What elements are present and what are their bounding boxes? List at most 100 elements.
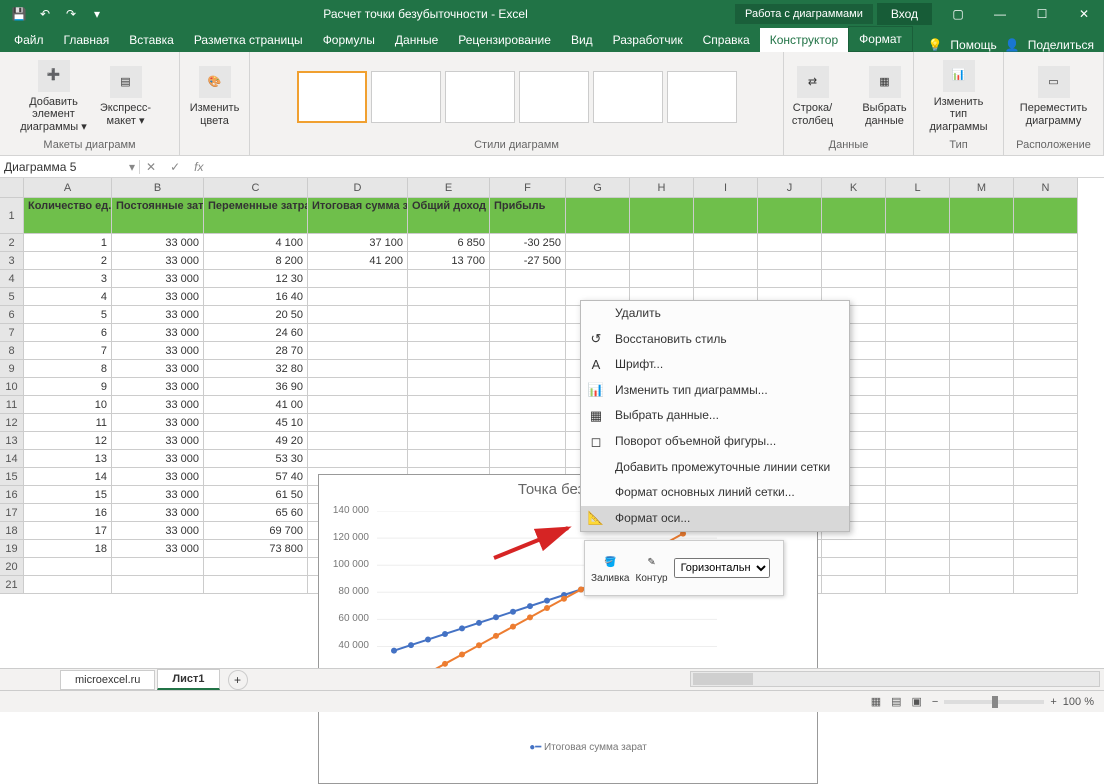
menu-item[interactable]: ↺Восстановить стиль — [581, 327, 849, 353]
row-header[interactable]: 9 — [0, 360, 24, 378]
cell[interactable]: 33 000 — [112, 504, 204, 522]
menu-item[interactable]: ▦Выбрать данные... — [581, 403, 849, 429]
cell[interactable] — [1014, 378, 1078, 396]
cell[interactable] — [490, 378, 566, 396]
tab-формулы[interactable]: Формулы — [313, 28, 385, 52]
share-icon[interactable]: 👤 — [1005, 38, 1020, 52]
cell[interactable] — [886, 468, 950, 486]
cell[interactable] — [950, 504, 1014, 522]
cell[interactable]: 36 90 — [204, 378, 308, 396]
cell[interactable] — [694, 252, 758, 270]
cell[interactable] — [630, 234, 694, 252]
cell[interactable]: 33 000 — [112, 360, 204, 378]
cell[interactable] — [822, 558, 886, 576]
chart-style-4[interactable] — [519, 71, 589, 123]
header-cell[interactable]: Постоянные затраты — [112, 198, 204, 234]
cell[interactable] — [24, 558, 112, 576]
column-header-I[interactable]: I — [694, 178, 758, 198]
cell[interactable]: 33 000 — [112, 252, 204, 270]
cell[interactable]: 45 10 — [204, 414, 308, 432]
menu-item[interactable]: Формат основных линий сетки... — [581, 480, 849, 506]
chart-style-6[interactable] — [667, 71, 737, 123]
cell[interactable] — [950, 414, 1014, 432]
cell[interactable]: 16 40 — [204, 288, 308, 306]
cell[interactable] — [694, 234, 758, 252]
horizontal-scrollbar[interactable] — [690, 671, 1100, 687]
cell[interactable]: 17 — [24, 522, 112, 540]
select-data-button[interactable]: ▦ Выбрать данные — [851, 66, 919, 127]
cell[interactable] — [886, 432, 950, 450]
cell[interactable]: 13 700 — [408, 252, 490, 270]
cell[interactable]: 57 40 — [204, 468, 308, 486]
view-normal-icon[interactable]: ▦ — [871, 695, 881, 708]
row-header[interactable]: 20 — [0, 558, 24, 576]
cell[interactable]: 13 — [24, 450, 112, 468]
cell[interactable] — [950, 450, 1014, 468]
cell[interactable] — [886, 324, 950, 342]
header-cell[interactable]: Итоговая сумма зарат — [308, 198, 408, 234]
cell[interactable]: 32 80 — [204, 360, 308, 378]
cell[interactable] — [308, 270, 408, 288]
cell[interactable] — [630, 198, 694, 234]
cell[interactable] — [886, 540, 950, 558]
cell[interactable] — [694, 270, 758, 288]
maximize-icon[interactable]: ☐ — [1022, 0, 1062, 28]
cell[interactable] — [490, 396, 566, 414]
header-cell[interactable]: Переменные затраты — [204, 198, 308, 234]
column-header-H[interactable]: H — [630, 178, 694, 198]
cell[interactable] — [1014, 306, 1078, 324]
cell[interactable] — [886, 288, 950, 306]
header-cell[interactable]: Общий доход — [408, 198, 490, 234]
cell[interactable] — [490, 414, 566, 432]
cell[interactable] — [24, 576, 112, 594]
cell[interactable]: 12 — [24, 432, 112, 450]
menu-item[interactable]: AШрифт... — [581, 352, 849, 378]
row-header[interactable]: 4 — [0, 270, 24, 288]
row-header[interactable]: 12 — [0, 414, 24, 432]
cell[interactable] — [950, 486, 1014, 504]
view-layout-icon[interactable]: ▤ — [891, 695, 901, 708]
cell[interactable] — [566, 198, 630, 234]
axis-select[interactable]: Горизонтальн — [674, 558, 770, 578]
name-box[interactable]: Диаграмма 5 ▾ — [0, 160, 140, 174]
save-icon[interactable]: 💾 — [8, 3, 30, 25]
column-header-K[interactable]: K — [822, 178, 886, 198]
cell[interactable]: 9 — [24, 378, 112, 396]
cell[interactable]: 33 000 — [112, 396, 204, 414]
row-header[interactable]: 19 — [0, 540, 24, 558]
sheet-tab[interactable]: Лист1 — [157, 669, 219, 690]
cell[interactable] — [308, 306, 408, 324]
cell[interactable]: 33 000 — [112, 342, 204, 360]
cell[interactable] — [758, 270, 822, 288]
column-header-E[interactable]: E — [408, 178, 490, 198]
cell[interactable] — [950, 576, 1014, 594]
cell[interactable] — [408, 414, 490, 432]
column-header-J[interactable]: J — [758, 178, 822, 198]
cell[interactable] — [566, 270, 630, 288]
cell[interactable] — [566, 252, 630, 270]
cell[interactable] — [950, 306, 1014, 324]
column-header-F[interactable]: F — [490, 178, 566, 198]
cell[interactable] — [822, 576, 886, 594]
row-header[interactable]: 14 — [0, 450, 24, 468]
cell[interactable]: 61 50 — [204, 486, 308, 504]
cell[interactable]: 41 200 — [308, 252, 408, 270]
cell[interactable]: 8 200 — [204, 252, 308, 270]
cell[interactable] — [950, 558, 1014, 576]
cell[interactable] — [886, 234, 950, 252]
cell[interactable]: 33 000 — [112, 432, 204, 450]
qat-dropdown-icon[interactable]: ▾ — [86, 3, 108, 25]
cell[interactable]: 4 100 — [204, 234, 308, 252]
zoom-in-icon[interactable]: + — [1050, 696, 1056, 708]
row-header-1[interactable]: 1 — [0, 198, 24, 234]
outline-button[interactable]: ✎ Контур — [636, 553, 668, 584]
cell[interactable] — [950, 360, 1014, 378]
cell[interactable] — [408, 270, 490, 288]
cell[interactable]: 6 — [24, 324, 112, 342]
cell[interactable] — [490, 270, 566, 288]
tab-вид[interactable]: Вид — [561, 28, 603, 52]
cell[interactable] — [308, 450, 408, 468]
cell[interactable] — [1014, 432, 1078, 450]
cell[interactable] — [204, 576, 308, 594]
chart-style-3[interactable] — [445, 71, 515, 123]
